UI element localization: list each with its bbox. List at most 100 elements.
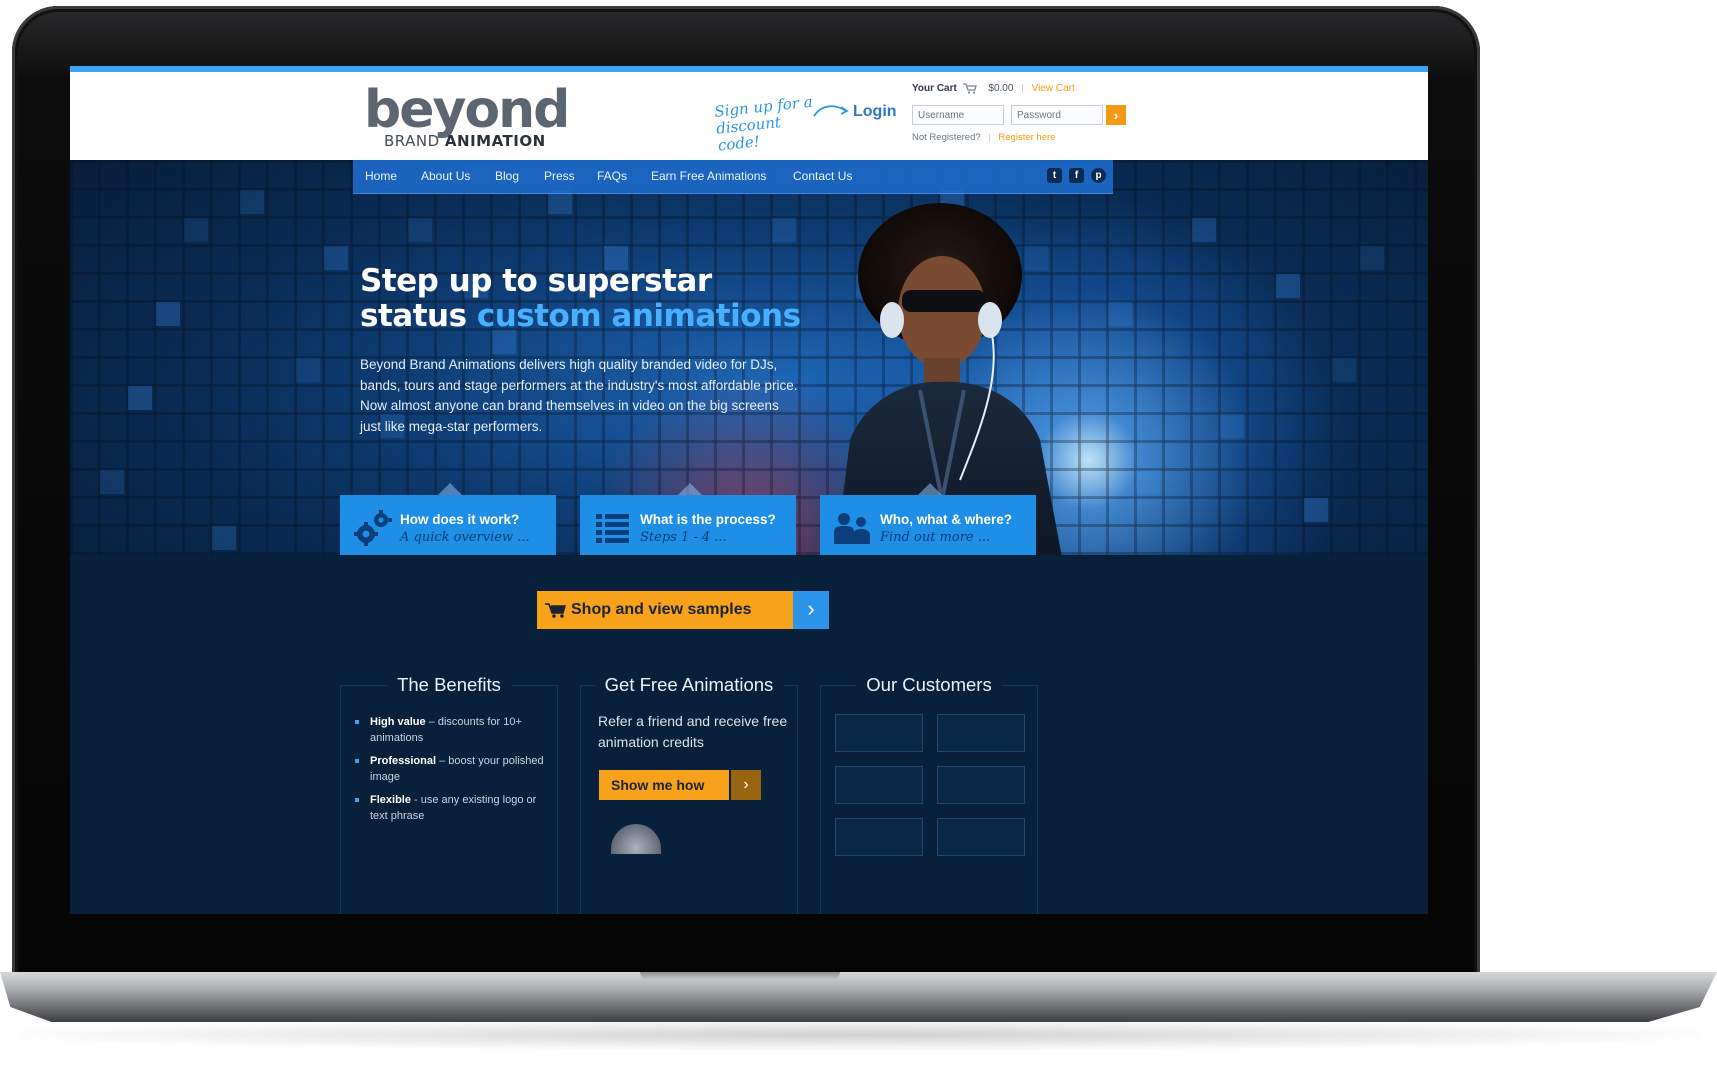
hero-headline-plain: status [360,298,467,334]
pixel-square [1276,274,1300,298]
laptop-shadow [20,1020,1700,1050]
nav-faqs[interactable]: FAQs [597,169,627,183]
register-link[interactable]: Register here [998,132,1055,143]
hero-description: Beyond Brand Animations delivers high qu… [360,357,798,434]
logo-tagline-animation: ANIMATION [444,132,546,150]
gears-icon [354,510,392,546]
pixel-square [1304,498,1328,522]
shop-samples-arrow-button[interactable]: › [793,591,829,629]
cart-amount: $0.00 [988,83,1014,95]
pixel-square [1108,302,1132,326]
register-row: Not Registered? | Register here [912,132,1055,143]
laptop-hinge-notch [640,972,840,980]
list-item: Professional – boost your polished image [355,753,545,785]
shop-samples-button[interactable]: Shop and view samples [537,591,793,629]
show-me-how-arrow-button[interactable]: › [731,770,761,800]
nav-contact-us[interactable]: Contact Us [793,169,852,183]
not-registered-text: Not Registered? [912,132,981,143]
feature-who-what-where[interactable]: Who, what & where? Find out more ... [820,483,1036,566]
benefits-title: The Benefits [341,674,557,696]
pixel-square [1192,218,1216,242]
password-input[interactable] [1011,105,1103,125]
logo-wordmark: beyond [364,80,570,140]
cart-label: Your Cart [912,83,957,95]
logo-tagline: BRAND ANIMATION [384,132,546,150]
twitter-icon[interactable]: t [1047,168,1062,183]
list-item: Flexible - use any existing logo or text… [355,792,545,824]
nav-press[interactable]: Press [544,169,575,183]
cart-icon [545,603,566,618]
avatar [611,824,661,854]
content-section: Shop and view samples › The Benefits Hig… [70,555,1428,914]
hero-headline-line2: status custom animations [360,299,801,334]
customer-logo-slot[interactable] [937,714,1025,752]
login-submit-button[interactable]: › [1106,105,1126,125]
feature-title: Who, what & where? [880,512,1013,527]
feature-title: How does it work? [400,512,520,527]
hero-headline: Step up to superstar status custom anima… [360,264,801,334]
pixel-square [100,470,124,494]
list-item: High value – discounts for 10+ animation… [355,714,545,746]
free-animations-panel: Get Free Animations Refer a friend and r… [580,674,798,914]
nav-earn-free-animations[interactable]: Earn Free Animations [651,169,766,183]
show-me-how-button[interactable]: Show me how [599,770,729,800]
free-animations-title: Get Free Animations [581,674,797,696]
logo-tagline-brand: BRAND [384,132,440,150]
customer-logo-slot[interactable] [937,766,1025,804]
pixel-square [212,526,236,550]
site-logo[interactable]: beyond BRAND ANIMATION [364,80,570,156]
pixel-square [296,358,320,382]
username-input[interactable] [912,105,1004,125]
laptop-base [0,972,1717,1022]
hero-headline-highlight: custom animations [476,298,801,334]
pixel-square [408,218,432,242]
customers-panel: Our Customers [820,674,1038,914]
people-icon [834,513,870,544]
nav-blog[interactable]: Blog [495,169,519,183]
feature-subtitle: Steps 1 - 4 ... [640,530,727,545]
pixel-square [128,386,152,410]
feature-subtitle: Find out more ... [880,530,991,545]
facebook-icon[interactable]: f [1069,168,1084,183]
pixel-square [1220,414,1244,438]
pinterest-icon[interactable]: p [1091,168,1106,183]
free-animations-text: Refer a friend and receive free animatio… [598,713,788,750]
pixel-square [772,218,796,242]
login-label: Login [853,103,897,120]
feature-title: What is the process? [640,512,776,527]
hero-headline-line1: Step up to superstar [360,263,712,299]
benefit-bold: Professional [370,755,437,767]
site-header: beyond BRAND ANIMATION Sign up for a dis… [70,72,1428,160]
nav-about-us[interactable]: About Us [421,169,470,183]
laptop-screen: beyond BRAND ANIMATION Sign up for a dis… [70,66,1428,914]
view-cart-link[interactable]: View Cart [1032,83,1075,94]
list-icon [596,514,629,543]
pixel-square [1332,358,1356,382]
benefits-list: High value – discounts for 10+ animation… [355,714,545,831]
pixel-square [1136,470,1160,494]
customer-logo-slot[interactable] [835,714,923,752]
pixel-square [1360,246,1384,270]
free-animations-title-text: Get Free Animations [594,674,784,695]
benefit-bold: High value [370,716,426,728]
shop-samples-label: Shop and view samples [571,601,752,618]
feature-process[interactable]: What is the process? Steps 1 - 4 ... [580,483,796,566]
pixel-square [240,190,264,214]
customers-title-text: Our Customers [856,674,1002,695]
customer-logo-slot[interactable] [835,818,923,856]
pixel-square [184,218,208,242]
nav-home[interactable]: Home [365,169,397,183]
benefit-bold: Flexible [370,794,411,806]
feature-how-it-works[interactable]: How does it work? A quick overview ... [340,483,556,566]
benefits-panel: The Benefits High value – discounts for … [340,674,558,914]
pixel-square [324,246,348,270]
customer-logo-slot[interactable] [835,766,923,804]
pixel-square [156,302,180,326]
cart-separator: | [1021,83,1024,95]
show-me-how-label: Show me how [611,777,705,793]
cart-summary: Your Cart $0.00 | View Cart [912,83,1075,94]
feature-subtitle: A quick overview ... [400,530,530,545]
customer-logo-slot[interactable] [937,818,1025,856]
register-separator: | [988,132,991,143]
benefits-title-text: The Benefits [387,674,511,695]
